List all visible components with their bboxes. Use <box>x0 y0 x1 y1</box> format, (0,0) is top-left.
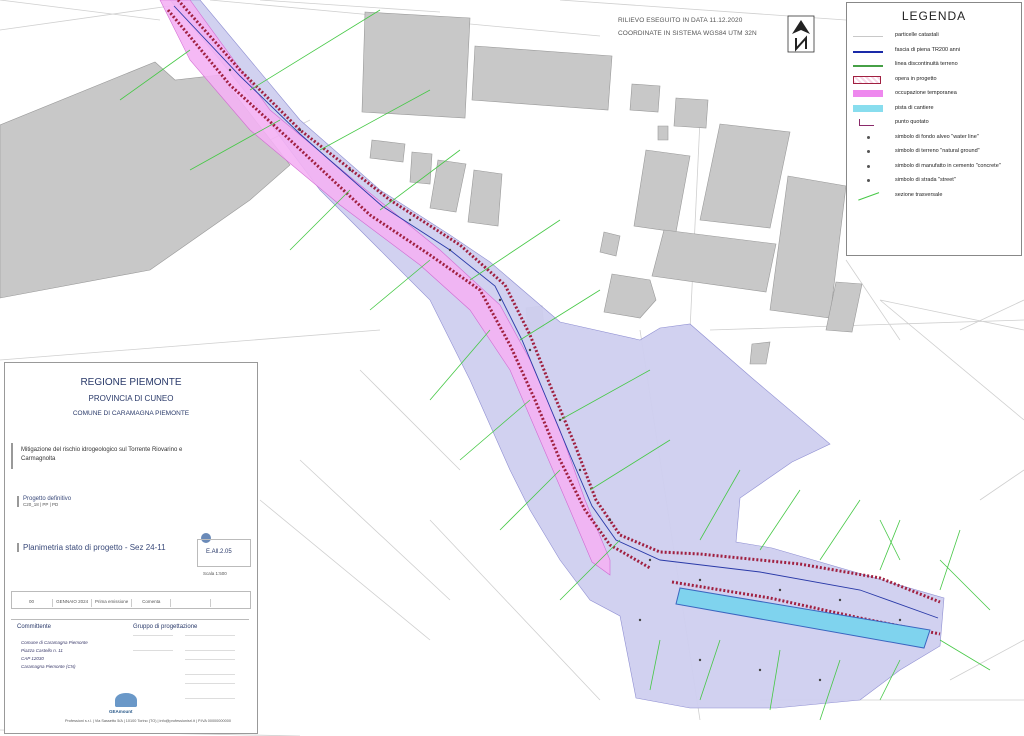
legend-symbol-icon <box>853 90 883 97</box>
legend-symbol-icon <box>867 179 870 182</box>
legend-panel: LEGENDA particelle catastali fascia di pi… <box>846 2 1022 256</box>
legend-item-label: simbolo di terreno "natural ground" <box>895 148 980 154</box>
designers-details <box>133 635 243 705</box>
legend-item: opera in progetto <box>847 73 1021 87</box>
legend-item-label: particelle catastali <box>895 32 939 38</box>
legend-symbol-icon <box>859 119 874 126</box>
client-line: Caramagna Piemonte (CN) <box>21 664 76 669</box>
legend-item-label: simbolo di fondo alveo "water line" <box>895 133 979 140</box>
legend-symbol-icon <box>853 104 883 112</box>
client-line: Comune di Caramagna Piemonte <box>21 640 88 645</box>
region-name: REGIONE PIEMONTE <box>80 377 182 388</box>
legend-item: simbolo di strada "street" <box>847 174 1021 188</box>
project-title-line2: Carmagnolta <box>21 456 56 462</box>
legend-item: fascia di piena TR200 anni <box>847 44 1021 58</box>
project-title-box: Mitigazione del rischio idrogeologico su… <box>11 443 251 469</box>
revision-cell: Comenta <box>130 599 171 607</box>
sheet-box: E.All.2.05 <box>197 539 251 567</box>
legend-item: occupazione temporanea <box>847 87 1021 101</box>
client-line: Piazza Castello n. 11 <box>21 648 63 653</box>
legend-symbol-icon <box>853 47 883 53</box>
client-lines: Comune di Caramagna Piemonte Piazza Caste… <box>21 639 88 671</box>
revision-cell: GENNAIO 2024 <box>51 599 92 607</box>
legend-item: simbolo di fondo alveo "water line" <box>847 131 1021 145</box>
footer-text: Professioni s.r.l. | Via Sassetto 5/A | … <box>65 719 231 723</box>
legend-item: pista di cantiere <box>847 102 1021 116</box>
phase-box: Progetto definitivo C20_18 | PP | PD <box>17 496 71 507</box>
legend-symbol-icon <box>856 187 880 201</box>
legend-symbol-icon <box>853 75 881 84</box>
client-line: CAP 12030 <box>21 656 44 661</box>
legend-item: punto quotato <box>847 116 1021 130</box>
survey-info: RILIEVO ESEGUITO IN DATA 11.12.2020 COOR… <box>618 14 808 40</box>
logo-text: GEAmount <box>109 709 133 714</box>
legend-item-label: simbolo di strada "street" <box>895 177 956 183</box>
legend-item-label: occupazione temporanea <box>895 90 957 96</box>
legend-item-label: linea discontinuità terreno <box>895 61 958 67</box>
legend-item-label: sezione trasversale <box>895 191 943 198</box>
legend-symbol-icon <box>867 164 870 168</box>
legend-item: sezione trasversale <box>847 187 1021 203</box>
legend-item: simbolo di manufatto in cemento "concret… <box>847 160 1021 174</box>
survey-date: RILIEVO ESEGUITO IN DATA 11.12.2020 <box>618 17 743 24</box>
separator <box>11 619 249 620</box>
logo-icon <box>115 693 137 707</box>
drawing-title: Planimetria stato di progetto - Sez 24-1… <box>17 543 166 552</box>
legend-symbol-icon <box>867 135 870 139</box>
buildings <box>0 11 863 365</box>
legend-item-label: pista di cantiere <box>895 104 934 111</box>
client-title: Committente <box>17 624 52 630</box>
revision-cell <box>170 599 210 607</box>
legend-item-label: opera in progetto <box>895 75 937 82</box>
province-name: PROVINCIA DI CUNEO <box>88 394 174 403</box>
legend-symbol-icon <box>867 150 870 153</box>
revision-cell: Prima emissione <box>91 599 131 607</box>
project-title-line1: Mitigazione del rischio idrogeologico su… <box>21 447 183 453</box>
project-code: C20_18 | PP | PD <box>23 502 59 507</box>
legend-item-label: fascia di piena TR200 anni <box>895 46 961 53</box>
title-block: REGIONE PIEMONTE PROVINCIA DI CUNEO COMU… <box>4 362 258 734</box>
commune-name: COMUNE DI CARAMAGNA PIEMONTE <box>72 410 190 417</box>
legend-title: LEGENDA <box>901 9 967 23</box>
legend-item: particelle catastali <box>847 29 1021 43</box>
designers-title: Gruppo di progettazione <box>133 624 198 630</box>
revision-table: 00 GENNAIO 2024 Prima emissione Comenta <box>11 591 251 609</box>
sheet-number: E.All.2.05 <box>206 549 232 555</box>
scale-label: Scala 1:500 <box>203 571 227 576</box>
revision-cell <box>210 599 250 607</box>
legend-item: linea discontinuità terreno <box>847 58 1021 72</box>
legend-symbol-icon <box>853 32 883 37</box>
legend-item-label: punto quotato <box>895 119 929 125</box>
legend-item: simbolo di terreno "natural ground" <box>847 145 1021 159</box>
survey-coordinates: COORDINATE IN SISTEMA WGS84 UTM 32N <box>618 30 757 37</box>
legend-item-label: simbolo di manufatto in cemento "concret… <box>895 162 1001 169</box>
revision-cell: 00 <box>28 599 34 604</box>
legend-symbol-icon <box>853 61 883 67</box>
